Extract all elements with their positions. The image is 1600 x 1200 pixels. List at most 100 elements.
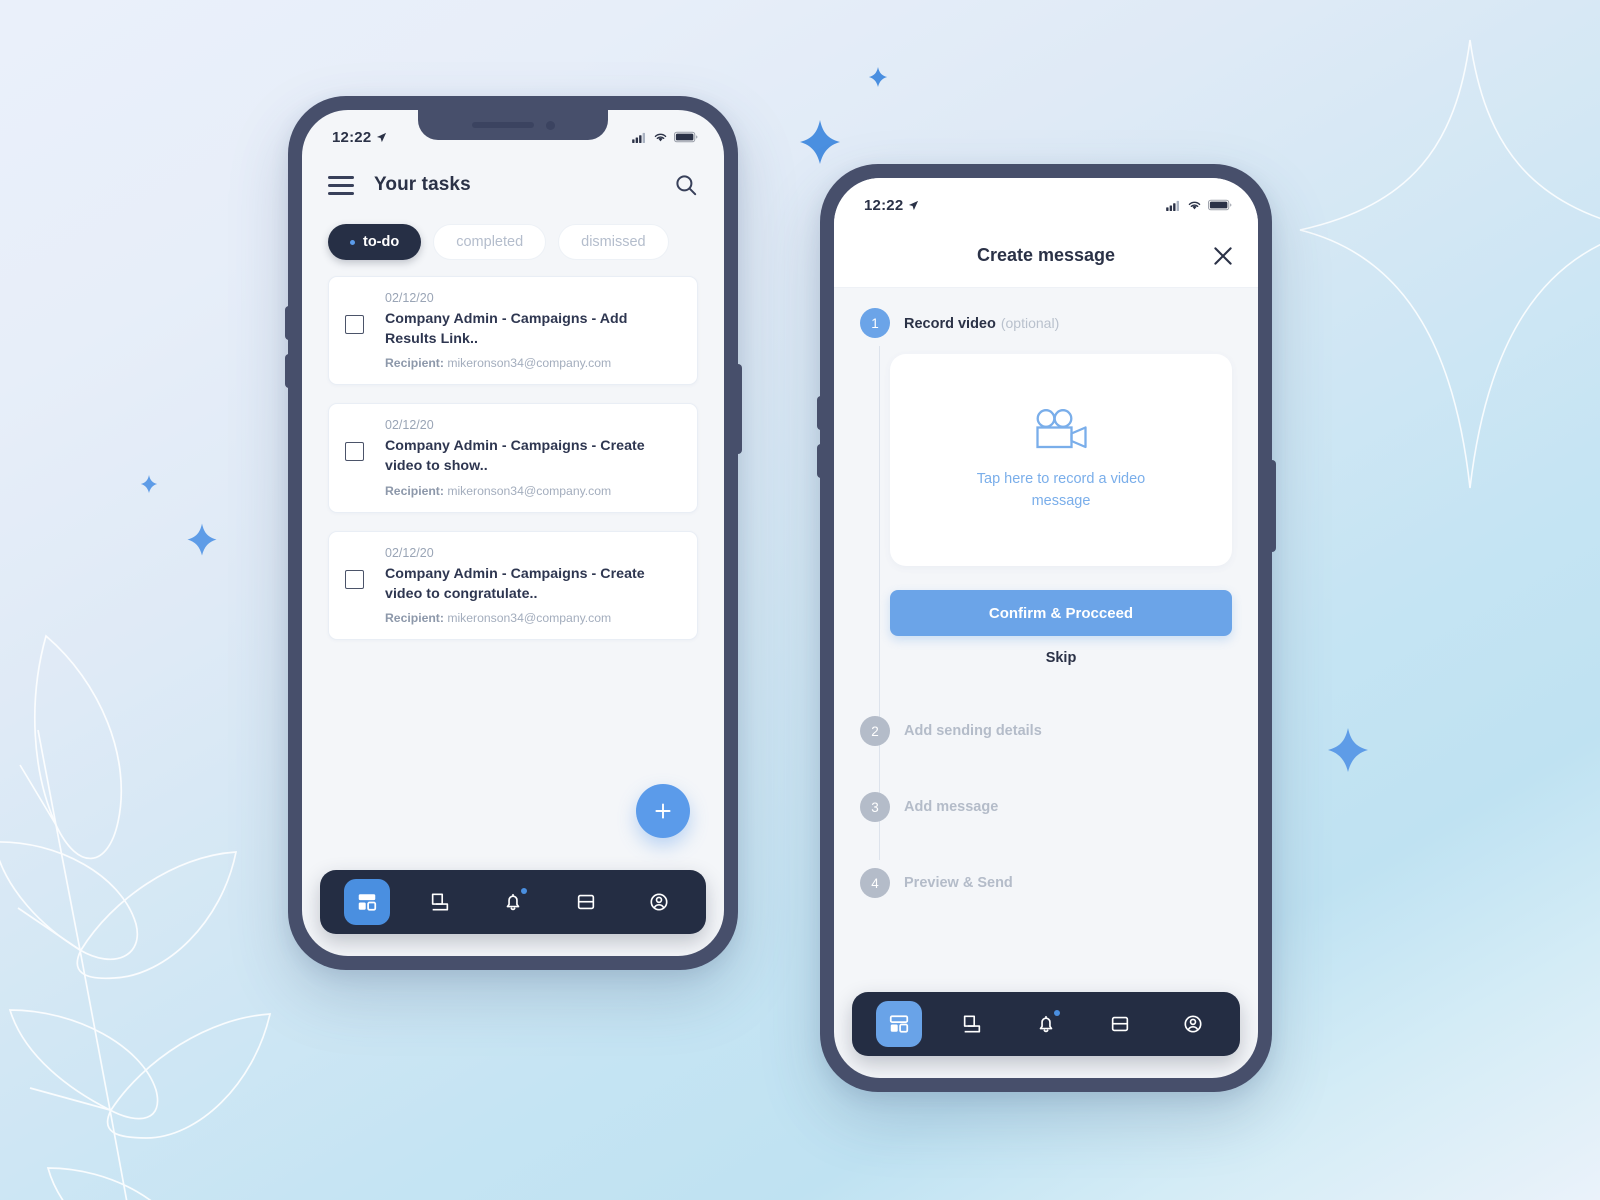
cellular-signal-icon — [632, 132, 645, 143]
sparkle-icon — [140, 475, 158, 493]
hamburger-menu-icon[interactable] — [328, 175, 354, 195]
step-wizard: 1 Record video (optional) Tap here to re… — [834, 288, 1258, 898]
background-decoration — [0, 0, 1600, 1200]
phone-device-tasks: 12:22 Your tasks to-do completed dismiss… — [285, 96, 742, 970]
nav-documents[interactable] — [949, 1001, 995, 1047]
task-checkbox[interactable] — [345, 315, 364, 334]
profile-icon — [650, 893, 668, 911]
wifi-icon — [654, 133, 667, 142]
volume-up-button[interactable] — [285, 306, 289, 340]
skip-button[interactable]: Skip — [890, 650, 1232, 672]
task-card[interactable]: 02/12/20 Company Admin - Campaigns - Cre… — [328, 530, 698, 640]
canvas: 12:22 Your tasks to-do completed dismiss… — [0, 0, 1600, 1200]
step-connector-line — [879, 346, 881, 860]
task-recipient-label: Recipient: — [385, 610, 444, 625]
status-time: 12:22 — [332, 128, 372, 146]
task-recipient-label: Recipient: — [385, 356, 444, 371]
documents-icon — [431, 893, 448, 911]
nav-cards[interactable] — [1097, 1001, 1143, 1047]
active-dot-indicator — [350, 239, 355, 245]
close-icon[interactable] — [1212, 245, 1234, 267]
task-recipient-value: mikeronson34@company.com — [447, 610, 612, 625]
tab-todo[interactable]: to-do — [328, 224, 422, 260]
volume-down-button[interactable] — [817, 444, 821, 478]
task-date: 02/12/20 — [385, 545, 434, 560]
location-arrow-icon — [377, 132, 387, 142]
task-card[interactable]: 02/12/20 Company Admin - Campaigns - Add… — [328, 276, 698, 386]
status-time-group: 12:22 — [332, 129, 387, 146]
confirm-proceed-button[interactable]: Confirm & Procceed — [890, 590, 1232, 636]
nav-profile[interactable] — [1170, 1001, 1216, 1047]
task-recipient-value: mikeronson34@company.com — [447, 356, 612, 371]
wifi-icon — [1188, 201, 1201, 210]
nav-notifications[interactable] — [490, 879, 536, 925]
battery-full-icon — [674, 131, 698, 143]
tab-todo-label: to-do — [363, 234, 400, 250]
step-4-number: 4 — [860, 868, 890, 898]
task-list: 02/12/20 Company Admin - Campaigns - Add… — [302, 260, 724, 640]
step-1-title: Record video — [904, 315, 996, 332]
nav-dashboard[interactable] — [343, 879, 390, 925]
step-1-number: 1 — [860, 308, 890, 338]
nav-documents[interactable] — [417, 879, 463, 925]
tab-dismissed-label: dismissed — [581, 234, 646, 250]
status-bar: 12:22 — [834, 178, 1258, 224]
status-time: 12:22 — [864, 196, 904, 214]
dashboard-icon — [889, 1015, 908, 1033]
task-recipient: Recipient: mikeronson34@company.com — [385, 484, 681, 498]
record-video-dropzone[interactable]: Tap here to record a video message — [890, 354, 1232, 566]
nav-notifications[interactable] — [1023, 1001, 1069, 1047]
task-date: 02/12/20 — [385, 418, 434, 433]
step-3-number: 3 — [860, 792, 890, 822]
modal-header: Create message — [834, 224, 1258, 288]
task-title: Company Admin - Campaigns - Create video… — [385, 438, 645, 475]
card-icon — [577, 894, 595, 910]
notification-badge — [520, 888, 527, 894]
video-camera-icon — [1036, 408, 1087, 448]
task-recipient: Recipient: mikeronson34@company.com — [385, 611, 681, 625]
nav-profile[interactable] — [636, 879, 682, 925]
card-icon — [1111, 1016, 1128, 1032]
sparkle-icon — [800, 120, 840, 164]
plus-icon — [655, 803, 671, 819]
step-1[interactable]: 1 Record video (optional) — [834, 308, 1258, 338]
app-bar: Your tasks — [302, 158, 724, 212]
nav-dashboard[interactable] — [875, 1001, 922, 1047]
power-button[interactable] — [737, 364, 742, 454]
search-icon[interactable] — [674, 173, 698, 197]
battery-full-icon — [1208, 199, 1232, 211]
task-recipient-label: Recipient: — [385, 483, 444, 498]
modal-title: Create message — [976, 245, 1116, 265]
task-checkbox[interactable] — [345, 442, 364, 462]
add-task-fab[interactable] — [636, 784, 690, 838]
volume-down-button[interactable] — [285, 354, 289, 388]
sparkle-icon — [868, 67, 888, 87]
dashboard-icon — [358, 894, 376, 911]
step-4[interactable]: 4 Preview & Send — [834, 868, 1258, 898]
power-button[interactable] — [1271, 460, 1276, 552]
step-3[interactable]: 3 Add message — [834, 792, 1258, 822]
task-card[interactable]: 02/12/20 Company Admin - Campaigns - Cre… — [328, 403, 698, 513]
task-checkbox[interactable] — [345, 569, 364, 589]
status-icons-group — [632, 131, 698, 143]
tab-dismissed[interactable]: dismissed — [558, 224, 669, 260]
task-recipient-value: mikeronson34@company.com — [447, 483, 612, 498]
status-icons-group — [1166, 199, 1232, 211]
bottom-navigation — [320, 870, 706, 934]
phone-device-create-message: 12:22 Create message 1 Record video (opt… — [817, 164, 1276, 1092]
task-title: Company Admin - Campaigns - Add Results … — [385, 311, 628, 348]
tab-completed[interactable]: completed — [433, 224, 547, 260]
status-bar: 12:22 — [302, 110, 724, 156]
star-outline-decoration — [1299, 39, 1600, 489]
volume-up-button[interactable] — [817, 396, 821, 430]
task-row: Company Admin - Campaigns - Add Results … — [345, 309, 681, 349]
nav-cards[interactable] — [563, 879, 609, 925]
record-prompt: Tap here to record a video message — [976, 470, 1146, 509]
step-2-label: Add sending details — [904, 723, 1042, 739]
task-row: Company Admin - Campaigns - Create video… — [345, 564, 681, 604]
step-2[interactable]: 2 Add sending details — [834, 716, 1258, 746]
task-filter-tabs: to-do completed dismissed — [302, 212, 724, 260]
sparkle-icon — [187, 523, 217, 556]
step-1-body: Tap here to record a video message Confi… — [834, 338, 1258, 672]
step-3-label: Add message — [904, 799, 999, 815]
